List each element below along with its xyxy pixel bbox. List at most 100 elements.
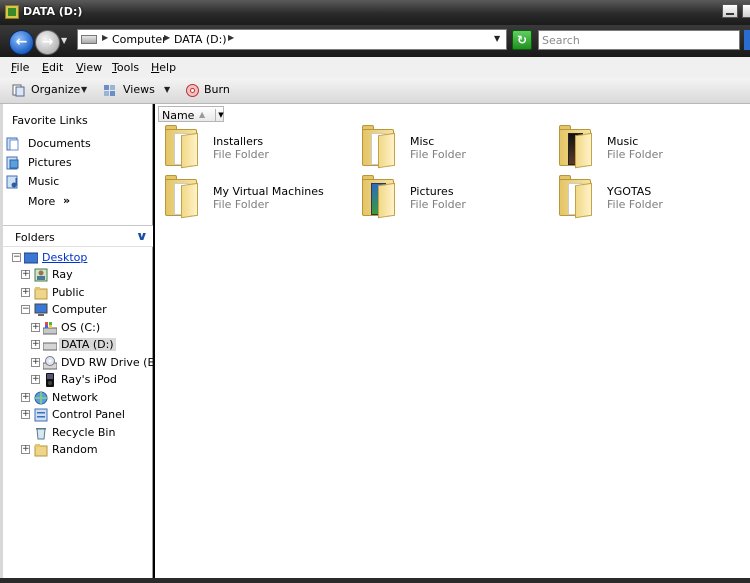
organize-label: Organize bbox=[31, 83, 81, 96]
search-button[interactable] bbox=[744, 30, 750, 50]
breadcrumb-computer[interactable]: Computer bbox=[112, 33, 167, 46]
expand-toggle[interactable]: + bbox=[31, 340, 40, 349]
tree-item-desktop[interactable]: − Desktop bbox=[12, 250, 152, 267]
folders-pane-header[interactable]: Folders ∨ bbox=[3, 225, 153, 247]
tree-item-ipod[interactable]: + Ray's iPod bbox=[31, 372, 151, 389]
tree-label: OS (C:) bbox=[61, 321, 101, 334]
breadcrumb-separator[interactable]: ▶ bbox=[228, 33, 234, 42]
search-input[interactable] bbox=[538, 30, 740, 50]
tree-label: Ray bbox=[52, 268, 73, 281]
ipod-icon bbox=[46, 373, 54, 387]
tree-item-data-drive[interactable]: + DATA (D:) bbox=[31, 337, 151, 354]
folder-item-ygotas[interactable]: YGOTAS File Folder bbox=[549, 173, 729, 219]
sort-arrow-icon: ▲ bbox=[199, 110, 206, 119]
desktop-icon bbox=[24, 252, 38, 264]
recent-pages-dropdown[interactable]: ▼ bbox=[61, 36, 67, 45]
computer-icon bbox=[34, 303, 48, 316]
back-button[interactable]: ← bbox=[9, 30, 34, 55]
collapse-toggle[interactable]: − bbox=[21, 305, 30, 314]
breadcrumb-separator[interactable]: ▶ bbox=[102, 33, 108, 42]
address-dropdown[interactable]: ▼ bbox=[494, 34, 500, 43]
expand-toggle[interactable]: + bbox=[31, 323, 40, 332]
breadcrumb-data-drive[interactable]: DATA (D:) bbox=[174, 33, 227, 46]
expand-toggle[interactable]: + bbox=[21, 410, 30, 419]
views-label: Views bbox=[123, 83, 155, 96]
more-links-button[interactable]: More bbox=[28, 195, 55, 208]
tree-item-network[interactable]: + Network bbox=[21, 390, 151, 407]
refresh-button[interactable]: ↻ bbox=[512, 30, 532, 50]
folder-item-installers[interactable]: Installers File Folder bbox=[155, 123, 335, 169]
expand-toggle[interactable]: + bbox=[21, 288, 30, 297]
item-type: File Folder bbox=[607, 148, 663, 161]
user-icon bbox=[34, 268, 48, 282]
views-icon bbox=[104, 85, 115, 96]
item-name: Pictures bbox=[410, 185, 454, 198]
favorite-label: Music bbox=[28, 175, 60, 188]
folder-item-music[interactable]: Music File Folder bbox=[549, 123, 729, 169]
folder-item-misc[interactable]: Misc File Folder bbox=[352, 123, 532, 169]
chevron-down-icon: ▼ bbox=[164, 85, 171, 94]
item-name: Music bbox=[607, 135, 639, 148]
folder-icon bbox=[163, 173, 201, 219]
organize-icon bbox=[12, 84, 25, 97]
documents-icon bbox=[6, 137, 19, 151]
menu-help[interactable]: Help bbox=[151, 61, 176, 74]
menu-view[interactable]: View bbox=[76, 61, 102, 74]
control-panel-icon bbox=[34, 408, 48, 422]
pictures-icon bbox=[6, 156, 19, 170]
item-type: File Folder bbox=[410, 148, 466, 161]
expand-toggle[interactable]: + bbox=[21, 270, 30, 279]
tree-item-control-panel[interactable]: + Control Panel bbox=[21, 407, 151, 424]
chevron-down-icon: ▼ bbox=[81, 85, 88, 94]
burn-disc-icon bbox=[186, 84, 199, 97]
recycle-bin-icon bbox=[36, 428, 46, 440]
column-header-name[interactable]: Name ▲ ▼ bbox=[158, 106, 224, 122]
double-chevron-icon[interactable]: » bbox=[63, 194, 70, 207]
tree-item-recycle-bin[interactable]: Recycle Bin bbox=[21, 425, 151, 442]
column-filter-dropdown[interactable]: ▼ bbox=[215, 109, 226, 121]
tree-item-ray[interactable]: + Ray bbox=[21, 267, 151, 284]
tree-label: Network bbox=[52, 391, 98, 404]
menu-file[interactable]: File bbox=[11, 61, 29, 74]
file-list[interactable]: Name ▲ ▼ Installers File Folder Misc Fil… bbox=[155, 104, 750, 578]
expand-toggle[interactable]: + bbox=[21, 393, 30, 402]
collapse-toggle[interactable]: − bbox=[12, 253, 21, 262]
chevron-down-icon[interactable]: ∨ bbox=[136, 229, 149, 243]
expand-toggle[interactable]: + bbox=[31, 358, 40, 367]
item-type: File Folder bbox=[213, 198, 269, 211]
tree-item-computer[interactable]: − Computer bbox=[21, 302, 151, 319]
minimize-button[interactable] bbox=[722, 4, 738, 18]
item-type: File Folder bbox=[607, 198, 663, 211]
maximize-button[interactable] bbox=[742, 4, 750, 18]
folder-item-pictures[interactable]: Pictures File Folder bbox=[352, 173, 532, 219]
expand-toggle[interactable]: + bbox=[31, 375, 40, 384]
folders-title: Folders bbox=[15, 231, 55, 244]
column-header-label: Name bbox=[162, 109, 195, 122]
tree-label: Random bbox=[52, 443, 98, 456]
music-folder-icon bbox=[557, 123, 595, 169]
music-icon bbox=[6, 175, 18, 189]
pictures-folder-icon bbox=[360, 173, 398, 219]
tree-item-random[interactable]: + Random bbox=[21, 442, 151, 459]
tree-label: Recycle Bin bbox=[52, 426, 116, 439]
window-title: DATA (D:) bbox=[23, 5, 83, 18]
menu-edit[interactable]: Edit bbox=[42, 61, 63, 74]
menu-tools[interactable]: Tools bbox=[112, 61, 139, 74]
tree-item-public[interactable]: + Public bbox=[21, 285, 151, 302]
expand-toggle[interactable]: + bbox=[21, 445, 30, 454]
command-bar: Organize ▼ Views ▼ Burn bbox=[0, 78, 750, 104]
tree-item-dvd-drive[interactable]: + DVD RW Drive (E:) bbox=[31, 355, 162, 372]
folder-item-my-virtual-machines[interactable]: My Virtual Machines File Folder bbox=[155, 173, 335, 219]
item-name: Installers bbox=[213, 135, 264, 148]
burn-label: Burn bbox=[204, 83, 230, 96]
folder-icon bbox=[360, 123, 398, 169]
forward-button[interactable]: → bbox=[35, 30, 60, 55]
tree-item-os-drive[interactable]: + OS (C:) bbox=[31, 320, 151, 337]
address-bar[interactable]: ▶ Computer ▶ DATA (D:) ▶ ▼ bbox=[77, 29, 507, 50]
tree-label: Public bbox=[52, 286, 85, 299]
folder-icon bbox=[163, 123, 201, 169]
tree-label: Desktop bbox=[42, 251, 88, 264]
item-type: File Folder bbox=[410, 198, 466, 211]
window-bottom-border bbox=[0, 578, 750, 583]
breadcrumb-separator[interactable]: ▶ bbox=[164, 33, 170, 42]
